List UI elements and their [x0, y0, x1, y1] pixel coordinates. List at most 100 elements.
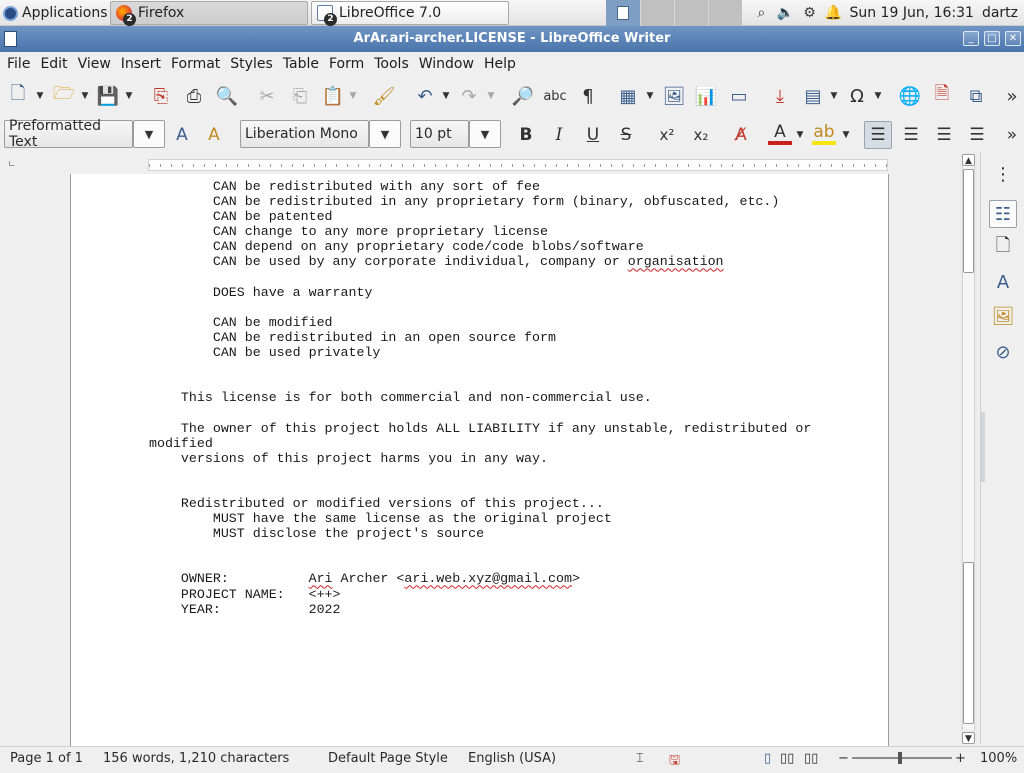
- scroll-thumb-lower[interactable]: [963, 562, 974, 724]
- subscript-icon[interactable]: x₂: [689, 123, 713, 147]
- new-style-icon[interactable]: A: [202, 123, 226, 147]
- font-name-dropdown[interactable]: ▼: [369, 120, 401, 148]
- vertical-scrollbar[interactable]: ▲ ▼: [960, 152, 978, 744]
- cut-icon[interactable]: ✂: [255, 84, 279, 108]
- applications-menu[interactable]: Applications: [0, 0, 108, 26]
- text-language[interactable]: English (USA): [468, 751, 556, 766]
- new-document-icon[interactable]: 🗋: [6, 83, 30, 108]
- clear-formatting-icon[interactable]: A̸: [729, 123, 753, 147]
- document-line[interactable]: CAN be modified: [149, 315, 333, 330]
- taskbar-firefox[interactable]: 2 Firefox: [110, 1, 308, 26]
- minimize-button[interactable]: _: [963, 31, 979, 46]
- paste-icon[interactable]: 📋: [321, 84, 345, 108]
- document-line[interactable]: OWNER: Ari Archer <ari.web.xyz@gmail.com…: [149, 571, 580, 586]
- align-left-icon[interactable]: ☰: [864, 121, 892, 149]
- strikethrough-icon[interactable]: S: [614, 123, 638, 147]
- document-line[interactable]: CAN be redistributed with any sort of fe…: [149, 179, 540, 194]
- font-color-icon[interactable]: A: [768, 122, 792, 145]
- power-icon[interactable]: ⚙: [801, 5, 817, 21]
- window-titlebar[interactable]: ArAr.ari-archer.LICENSE - LibreOffice Wr…: [0, 26, 1024, 52]
- scroll-up-icon[interactable]: ▲: [962, 154, 975, 166]
- horizontal-ruler[interactable]: [70, 156, 888, 174]
- menu-tools[interactable]: Tools: [369, 54, 414, 74]
- insert-footnote-icon[interactable]: 🗎: [930, 83, 954, 108]
- zoom-slider[interactable]: [852, 757, 952, 759]
- document-line[interactable]: The owner of this project holds ALL LIAB…: [149, 421, 811, 436]
- paragraph-style-dropdown[interactable]: ▼: [133, 120, 165, 148]
- workspace-2[interactable]: [640, 0, 674, 26]
- page-count[interactable]: Page 1 of 1: [10, 751, 83, 766]
- redo-icon[interactable]: ↷: [457, 84, 481, 108]
- update-style-icon[interactable]: A: [170, 123, 194, 147]
- menu-edit[interactable]: Edit: [35, 54, 72, 74]
- document-text[interactable]: CAN be redistributed with any sort of fe…: [149, 179, 811, 617]
- workspace-4[interactable]: [708, 0, 742, 26]
- insert-mode-icon[interactable]: ⌶: [636, 751, 644, 766]
- gallery-icon[interactable]: 🖼: [989, 302, 1017, 330]
- sidebar-resize-handle[interactable]: [981, 412, 985, 482]
- insert-text-box-icon[interactable]: ▭: [727, 84, 751, 108]
- document-page[interactable]: CAN be redistributed with any sort of fe…: [70, 174, 889, 746]
- maximize-button[interactable]: □: [984, 31, 1000, 46]
- print-icon[interactable]: ⎙: [182, 84, 206, 108]
- menu-styles[interactable]: Styles: [225, 54, 277, 74]
- clone-formatting-icon[interactable]: 🖌: [372, 84, 396, 108]
- document-line[interactable]: CAN be redistributed in any proprietary …: [149, 194, 780, 209]
- word-count[interactable]: 156 words, 1,210 characters: [103, 751, 289, 766]
- field-dropdown-icon[interactable]: ▼: [829, 84, 839, 108]
- document-line[interactable]: MUST disclose the project's source: [149, 526, 484, 541]
- book-view-icon[interactable]: ▯▯: [804, 751, 818, 766]
- network-icon[interactable]: ⌕: [753, 5, 769, 21]
- tab-stop-selector-icon[interactable]: ∟: [8, 160, 16, 170]
- table-dropdown-icon[interactable]: ▼: [645, 84, 655, 108]
- undo-icon[interactable]: ↶: [413, 84, 437, 108]
- save-icon[interactable]: 💾: [96, 84, 120, 108]
- document-line[interactable]: CAN be patented: [149, 209, 333, 224]
- open-dropdown-icon[interactable]: ▼: [80, 84, 90, 108]
- clock[interactable]: Sun 19 Jun, 16:31: [849, 5, 973, 21]
- document-line[interactable]: YEAR: 2022: [149, 602, 341, 617]
- multi-page-view-icon[interactable]: ▯▯: [780, 751, 794, 766]
- menu-insert[interactable]: Insert: [116, 54, 166, 74]
- properties-icon[interactable]: ☷: [989, 200, 1017, 228]
- menu-form[interactable]: Form: [324, 54, 369, 74]
- superscript-icon[interactable]: x²: [655, 123, 679, 147]
- insert-field-icon[interactable]: ▤: [801, 84, 825, 108]
- document-line[interactable]: Redistributed or modified versions of th…: [149, 496, 604, 511]
- document-line[interactable]: versions of this project harms you in an…: [149, 451, 548, 466]
- special-character-icon[interactable]: Ω: [845, 84, 869, 108]
- user-name[interactable]: dartz: [982, 5, 1018, 21]
- workspace-3[interactable]: [674, 0, 708, 26]
- find-replace-icon[interactable]: 🔎: [511, 84, 535, 108]
- document-modified-icon[interactable]: 🖫: [669, 751, 680, 773]
- menu-view[interactable]: View: [73, 54, 116, 74]
- insert-page-break-icon[interactable]: ⤓: [768, 84, 792, 108]
- save-dropdown-icon[interactable]: ▼: [124, 84, 134, 108]
- document-area[interactable]: CAN be redistributed with any sort of fe…: [0, 174, 960, 746]
- page-style[interactable]: Default Page Style: [328, 751, 448, 766]
- spelling-icon[interactable]: abc: [543, 84, 567, 108]
- single-page-view-icon[interactable]: ▯: [764, 751, 771, 766]
- insert-chart-icon[interactable]: 📊: [694, 84, 718, 108]
- open-folder-icon[interactable]: 🗁: [52, 83, 76, 108]
- document-line[interactable]: PROJECT NAME: <++>: [149, 587, 341, 602]
- menu-file[interactable]: File: [2, 54, 35, 74]
- spelling-error[interactable]: organisation: [628, 254, 724, 269]
- font-name-box[interactable]: Liberation Mono: [240, 120, 369, 148]
- zoom-slider-handle[interactable]: [898, 752, 902, 764]
- document-line[interactable]: CAN change to any more proprietary licen…: [149, 224, 548, 239]
- zoom-level[interactable]: 100%: [980, 751, 1017, 766]
- special-character-dropdown-icon[interactable]: ▼: [873, 84, 883, 108]
- document-line[interactable]: modified: [149, 436, 213, 451]
- document-line[interactable]: CAN be used privately: [149, 345, 381, 360]
- document-line[interactable]: CAN depend on any proprietary code/code …: [149, 239, 644, 254]
- export-pdf-icon[interactable]: ⎘: [149, 84, 173, 108]
- paste-dropdown-icon[interactable]: ▼: [348, 84, 358, 108]
- taskbar-libreoffice[interactable]: 2 LibreOffice 7.0: [311, 1, 509, 26]
- justify-icon[interactable]: ☰: [965, 123, 989, 147]
- zoom-in-icon[interactable]: +: [955, 751, 966, 766]
- font-size-dropdown[interactable]: ▼: [469, 120, 501, 148]
- scroll-down-icon[interactable]: ▼: [962, 732, 975, 744]
- menu-window[interactable]: Window: [414, 54, 479, 74]
- bold-icon[interactable]: B: [514, 123, 538, 147]
